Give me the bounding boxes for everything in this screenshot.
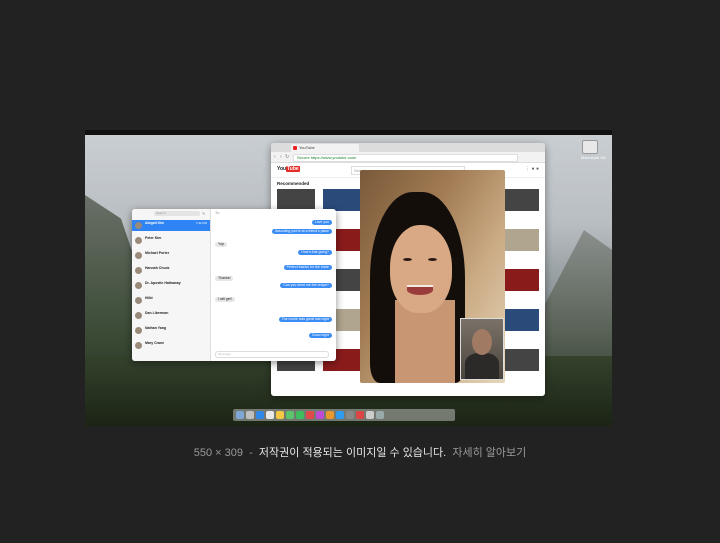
avatar	[135, 282, 142, 289]
app-store-icon	[336, 411, 344, 419]
facetime-icon	[296, 411, 304, 419]
sent-message-bubble: Love you	[311, 220, 332, 225]
video-thumbnail	[501, 189, 539, 211]
conversation-name: Peter Kim	[145, 236, 162, 240]
youtube-logo: YouTube	[277, 166, 300, 172]
sent-message-bubble: Can you send me the recipe?	[280, 283, 332, 288]
conversation-name: Michael Porter	[145, 251, 170, 255]
browser-tab: YouTube	[291, 144, 359, 152]
mac-dock	[233, 409, 455, 421]
sent-message-bubble: How's that going?	[298, 250, 332, 255]
caption-separator: -	[249, 447, 253, 459]
conversation-item[interactable]: Nathan Yang	[132, 325, 210, 336]
conversation-name: Dan Liberman	[145, 311, 169, 315]
video-thumbnail	[323, 189, 361, 211]
browser-address-bar: ‹ › ↻ Secure https://www.youtube.com/	[271, 152, 545, 163]
notes-icon	[276, 411, 284, 419]
avatar	[135, 297, 142, 304]
youtube-favicon-icon	[293, 146, 297, 150]
sent-message-bubble: Assuming you're at a friend's place	[271, 229, 332, 234]
youtube-account-icons: ⋮ ● ●	[525, 166, 539, 172]
video-thumbnail	[501, 229, 539, 251]
learn-more-link[interactable]: 자세히 알아보기	[452, 447, 526, 459]
system-preferences-icon	[346, 411, 354, 419]
image-size: 550 × 309	[193, 447, 243, 459]
conversation-name: Abigail Kim	[145, 221, 165, 225]
conversation-item[interactable]: Hannah Chuck	[132, 265, 210, 276]
conversation-name: Mary Crane	[145, 341, 165, 345]
conversation-item[interactable]: Hilbi	[132, 295, 210, 306]
conversation-name: Dr. Apostle Hathaway	[145, 281, 181, 285]
copyright-notice: 저작권이 적용되는 이미지일 수 있습니다.	[258, 447, 447, 459]
conversation-name: Hilbi	[145, 296, 153, 300]
browser-url: Secure https://www.youtube.com/	[293, 154, 518, 162]
received-message-bubble: Thanks!	[215, 276, 234, 281]
self-view-head	[472, 329, 492, 355]
sent-message-bubble: Good night	[308, 333, 332, 338]
conversation-item[interactable]: Abigail Kim 7:32 PM	[132, 220, 210, 231]
video-thumbnail	[277, 189, 315, 211]
messages-icon	[286, 411, 294, 419]
caller-face	[390, 225, 452, 313]
avatar	[135, 222, 142, 229]
conversation-item[interactable]: Mary Crane	[132, 340, 210, 351]
screenshot-image[interactable]: Macintosh HD YouTube ‹ › ↻ Secure https:…	[85, 130, 612, 426]
conversation-name: Hannah Chuck	[145, 266, 170, 270]
conversation-item[interactable]: Dr. Apostle Hathaway	[132, 280, 210, 291]
video-thumbnail	[501, 269, 539, 291]
messages-search: Search	[154, 211, 200, 216]
hard-drive-icon	[582, 140, 598, 154]
received-message-bubble: I will get!	[215, 297, 235, 302]
messages-sidebar: Search ✎ Abigail Kim 7:32 PM Peter Kim Mich…	[132, 209, 211, 361]
sent-message-bubble: The movie was great last night	[278, 317, 332, 322]
downloads-icon	[366, 411, 374, 419]
calendar-icon	[266, 411, 274, 419]
compose-icon: ✎	[202, 211, 206, 216]
video-thumbnail	[501, 349, 539, 371]
reload-icon: ↻	[285, 154, 290, 160]
itunes-icon	[316, 411, 324, 419]
caller-eye	[428, 258, 437, 261]
photos-icon	[306, 411, 314, 419]
video-thumbnail	[501, 309, 539, 331]
facetime-video	[360, 170, 505, 383]
forward-icon: ›	[280, 154, 282, 160]
avatar	[135, 327, 142, 334]
recipient-label: To:	[215, 211, 220, 215]
avatar	[135, 267, 142, 274]
avatar	[135, 342, 142, 349]
trash-icon	[376, 411, 384, 419]
received-message-bubble: Yup	[215, 242, 228, 247]
facetime-self-view	[460, 318, 504, 380]
hard-drive-label: Macintosh HD	[580, 155, 606, 160]
conversation-item[interactable]: Michael Porter	[132, 250, 210, 261]
conversation-item[interactable]: Peter Kim	[132, 235, 210, 246]
conversation-name: Nathan Yang	[145, 326, 167, 330]
self-view-body	[465, 353, 499, 379]
finder-icon	[236, 411, 244, 419]
caller-smile	[407, 285, 433, 295]
safari-icon	[256, 411, 264, 419]
image-caption: 550 × 309 - 저작권이 적용되는 이미지일 수 있습니다. 자세히 알…	[0, 444, 720, 460]
back-icon: ‹	[274, 154, 276, 160]
messages-transcript: To: Love you Assuming you're at a friend'…	[211, 209, 336, 361]
youtube-section-title: Recommended	[277, 181, 310, 186]
message-input: iMessage	[215, 351, 329, 358]
launchpad-icon	[246, 411, 254, 419]
conversation-item[interactable]: Dan Liberman	[132, 310, 210, 321]
conversation-time: 7:32 PM	[195, 221, 207, 225]
avatar	[135, 312, 142, 319]
sent-message-bubble: Perfect thanks for the invite	[283, 265, 332, 270]
browser-tabbar: YouTube	[271, 143, 545, 152]
chrome-icon	[356, 411, 364, 419]
browser-tab-title: YouTube	[299, 145, 315, 150]
ibooks-icon	[326, 411, 334, 419]
avatar	[135, 252, 142, 259]
image-viewer: Macintosh HD YouTube ‹ › ↻ Secure https:…	[0, 0, 720, 543]
messages-window: Search ✎ Abigail Kim 7:32 PM Peter Kim Mich…	[132, 209, 336, 361]
caller-eye	[403, 258, 412, 261]
avatar	[135, 237, 142, 244]
